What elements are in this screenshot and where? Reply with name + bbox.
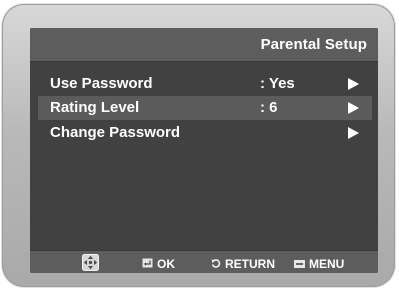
chevron-right-icon — [348, 78, 359, 90]
menu-item-rating-level[interactable]: Rating Level : 6 — [38, 96, 372, 120]
osd-screen: Parental Setup Use Password : Yes Rating… — [30, 28, 378, 273]
chevron-right-icon — [348, 127, 359, 139]
header-bar: Parental Setup — [30, 28, 378, 62]
menu-item-value: : Yes — [260, 75, 295, 92]
chevron-right-icon — [348, 102, 359, 114]
tv-bezel: Parental Setup Use Password : Yes Rating… — [2, 4, 395, 287]
dpad-icon — [82, 254, 99, 273]
menu-item-label: Change Password — [50, 124, 181, 141]
menu-item-change-password[interactable]: Change Password — [38, 121, 372, 145]
menu-hint: MENU — [294, 256, 344, 271]
ok-hint: OK — [142, 256, 175, 271]
enter-icon — [142, 257, 153, 271]
menu-icon — [294, 257, 305, 271]
menu-item-label: Use Password — [50, 75, 153, 92]
menu-item-value: : 6 — [260, 99, 278, 116]
page-title: Parental Setup — [260, 36, 367, 53]
return-hint: RETURN — [211, 256, 275, 271]
return-icon — [211, 257, 221, 271]
footer-bar: OK RETURN MENU — [30, 250, 378, 273]
menu-item-use-password[interactable]: Use Password : Yes — [38, 72, 372, 96]
menu-item-label: Rating Level — [50, 99, 140, 116]
